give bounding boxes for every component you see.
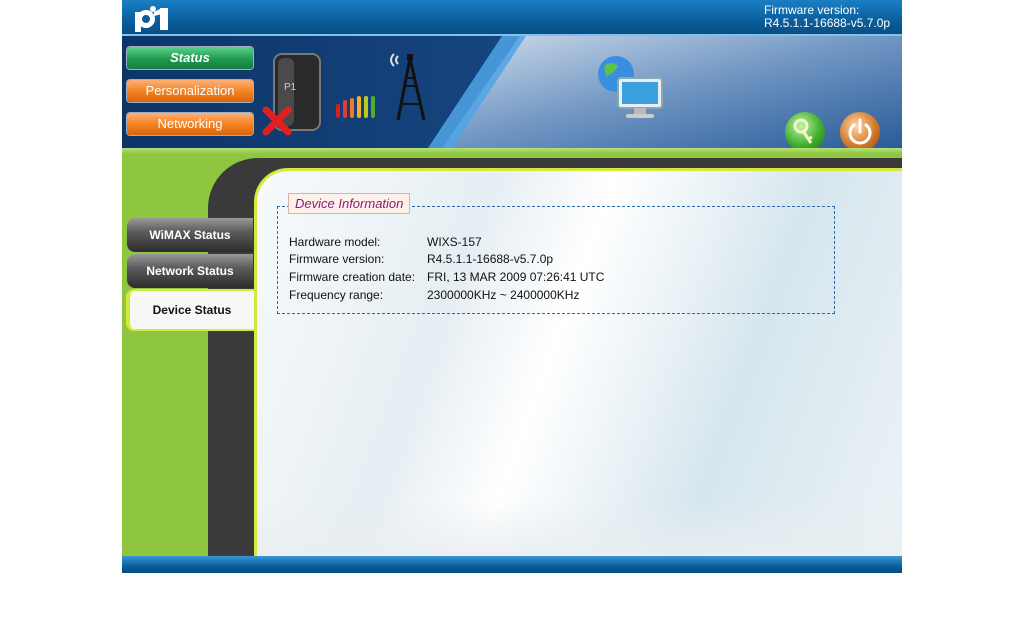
header-banner: P1 Status Personalization Networking [122, 36, 902, 148]
info-value: FRI, 13 MAR 2009 07:26:41 UTC [427, 270, 605, 284]
sidebar-item-network-status[interactable]: Network Status [127, 254, 253, 288]
router-admin-window: Firmware version: R4.5.1.1-16688-v5.7.0p [122, 0, 902, 573]
info-value: 2300000KHz ~ 2400000KHz [427, 288, 580, 302]
key-settings-icon [793, 118, 813, 144]
device-information-title: Device Information [288, 193, 411, 214]
info-value: WIXS-157 [427, 235, 482, 249]
bottom-bar [122, 556, 902, 573]
nav-personalization-button[interactable]: Personalization [127, 80, 253, 102]
top-bar: Firmware version: R4.5.1.1-16688-v5.7.0p [122, 0, 902, 36]
nav-status-button[interactable]: Status [127, 47, 253, 69]
power-icon [848, 118, 872, 145]
info-key: Firmware creation date: [289, 270, 416, 284]
signal-bars-icon [336, 96, 375, 118]
modem-device-icon: P1 [262, 53, 321, 136]
firmware-version-value: R4.5.1.1-16688-v5.7.0p [764, 16, 891, 30]
p1-logo [135, 6, 168, 32]
settings-button[interactable] [785, 112, 825, 148]
firmware-version-label: Firmware version: [764, 3, 860, 17]
sidebar-item-device-status[interactable]: Device Status [126, 289, 254, 331]
nav-networking-button[interactable]: Networking [127, 113, 253, 135]
info-key: Frequency range: [289, 288, 384, 302]
info-key: Firmware version: [289, 252, 385, 266]
power-button[interactable] [840, 112, 880, 148]
svg-text:P1: P1 [284, 82, 297, 93]
sidebar-item-wimax-status[interactable]: WiMAX Status [127, 218, 253, 252]
globe-computer-icon [598, 56, 663, 118]
antenna-tower-icon [390, 53, 426, 121]
info-key: Hardware model: [289, 235, 381, 249]
info-value: R4.5.1.1-16688-v5.7.0p [427, 252, 554, 266]
